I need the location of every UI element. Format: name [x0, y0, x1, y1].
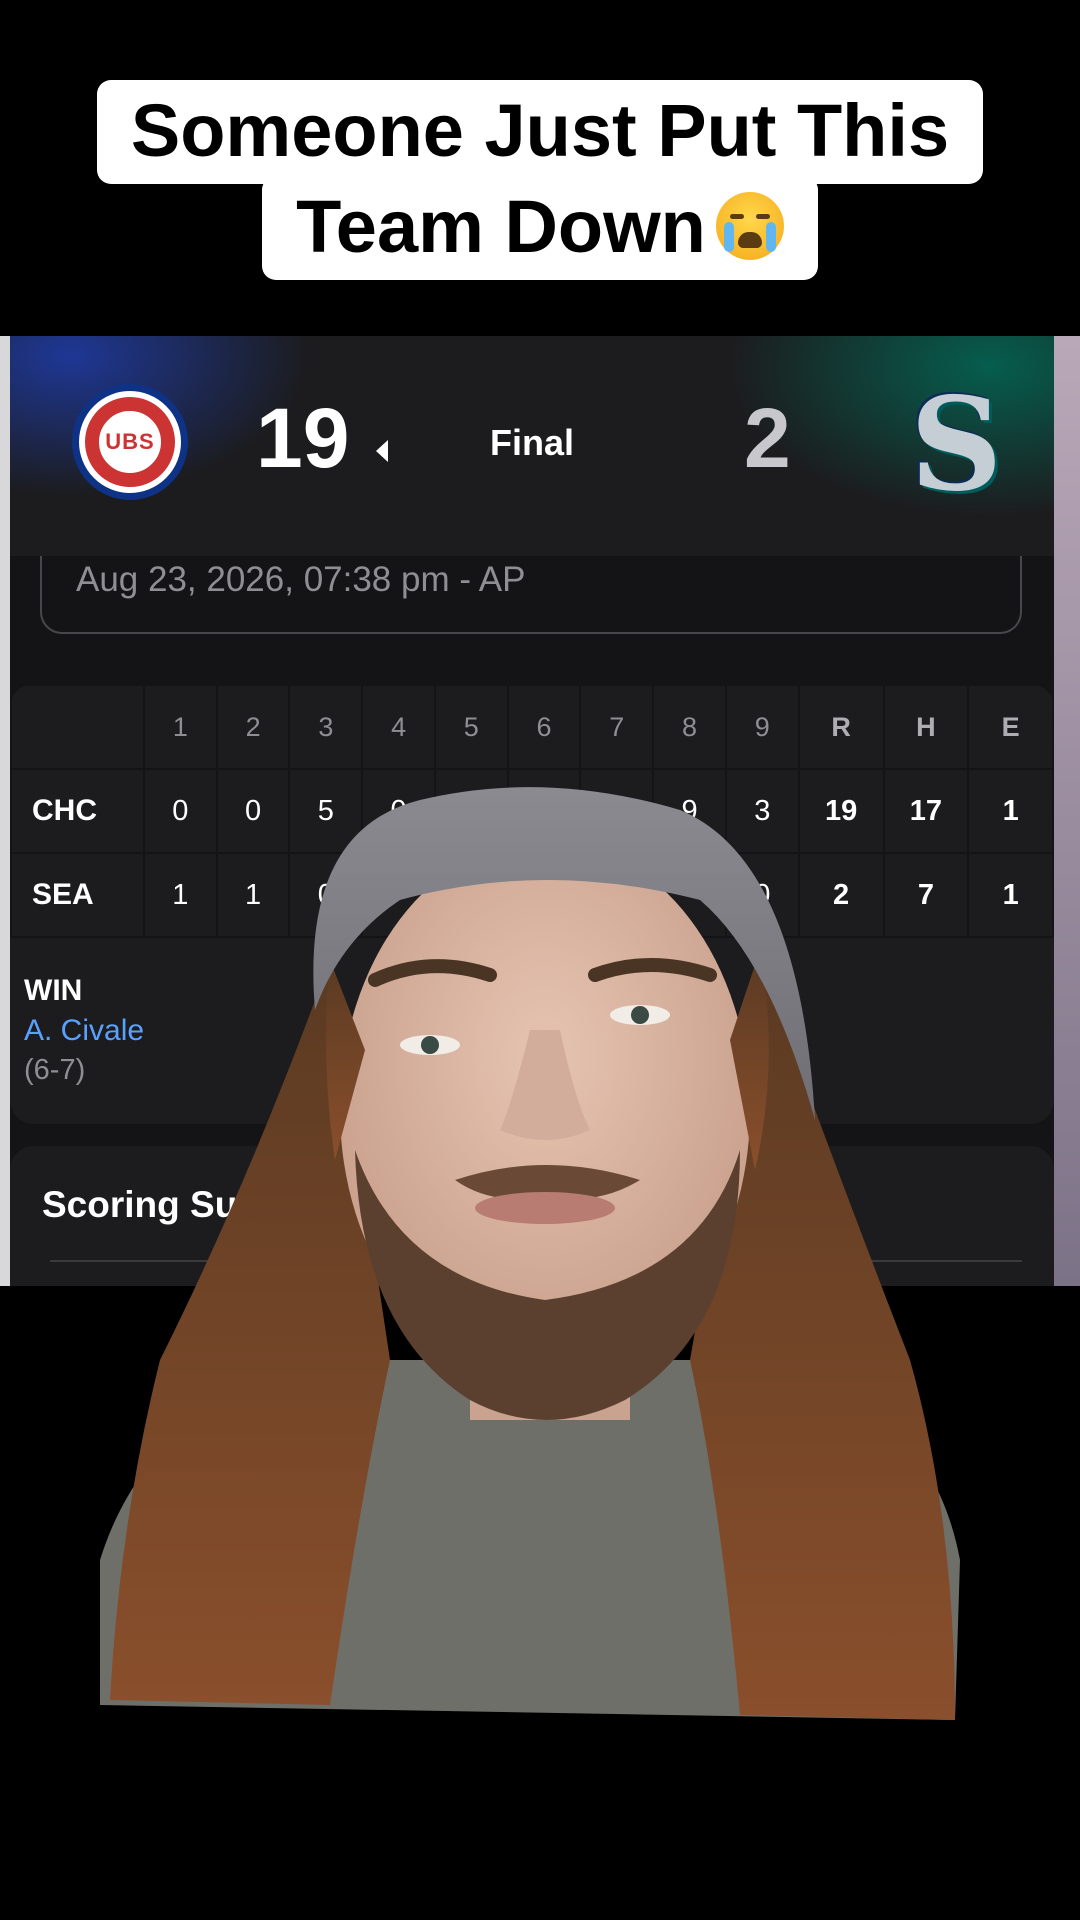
cubs-logo-icon[interactable]: UBS	[72, 384, 188, 500]
inning-cell: 0	[724, 852, 800, 938]
cubs-logo-text: UBS	[105, 429, 155, 454]
inning-cell: 0	[215, 768, 291, 854]
inning-cell	[361, 852, 436, 938]
corner-cell	[10, 684, 145, 770]
inning-cell: 1	[215, 852, 291, 938]
game-date-box: Aug 23, 2026, 07:38 pm - AP	[40, 556, 1022, 634]
inning-header: 5	[433, 684, 509, 770]
runs-header: R	[797, 684, 885, 770]
inning-header: 2	[215, 684, 291, 770]
team-abbr: SEA	[10, 852, 145, 938]
inning-cell: 0	[142, 768, 218, 854]
shirt	[100, 1360, 960, 1720]
inning-header: 9	[724, 684, 800, 770]
mariners-logo-icon[interactable]: S	[910, 381, 1002, 509]
inning-header: 7	[579, 684, 655, 770]
linescore-header-row: 1 2 3 4 5 6 7 8 9 R H E	[10, 684, 1054, 770]
inning-cell: 9	[652, 768, 727, 854]
caption-line-2: Team Down	[262, 176, 818, 280]
inning-header: 8	[652, 684, 727, 770]
linescore-table: 1 2 3 4 5 6 7 8 9 R H E CHC 0 0 5 0 9 3 …	[10, 684, 1054, 938]
inning-cell	[433, 852, 509, 938]
inning-cell: 0	[361, 768, 436, 854]
hits-cell: 7	[882, 852, 970, 938]
inning-cell	[506, 768, 582, 854]
inning-cell	[579, 768, 655, 854]
inning-header: 1	[142, 684, 218, 770]
table-row: SEA 1 1 0 0 2 7 1	[10, 852, 1054, 938]
score-header: UBS 19 Final 2 S	[10, 336, 1054, 556]
inning-cell	[433, 768, 509, 854]
inning-cell: 0	[288, 852, 364, 938]
game-screenshot: UBS 19 Final 2 S Aug 23, 2026, 07:38 pm …	[0, 336, 1080, 1286]
game-date: Aug 23, 2026, 07:38 pm - AP	[76, 560, 526, 599]
hits-header: H	[882, 684, 970, 770]
winner-arrow-icon	[376, 440, 388, 462]
winning-pitcher-link[interactable]: A. Civale	[24, 1014, 144, 1048]
inning-cell: 5	[288, 768, 364, 854]
winning-pitcher-label: WIN	[24, 974, 83, 1007]
runs-cell: 2	[797, 852, 885, 938]
box-score-card: 1 2 3 4 5 6 7 8 9 R H E CHC 0 0 5 0 9 3 …	[10, 684, 1054, 1124]
background-app-edge	[0, 336, 10, 1286]
video-caption: Someone Just Put This Team Down	[0, 80, 1080, 280]
scoring-summary-title: Scoring Summar	[42, 1184, 339, 1225]
inning-cell	[579, 852, 655, 938]
runs-cell: 19	[797, 768, 885, 854]
inning-header: 4	[361, 684, 436, 770]
team-abbr: CHC	[10, 768, 145, 854]
game-status: Final	[490, 422, 575, 463]
caption-line-2-text: Team Down	[296, 185, 706, 268]
caption-line-1: Someone Just Put This	[96, 80, 984, 184]
background-app-edge-right	[1054, 336, 1080, 1286]
neck	[470, 1300, 630, 1420]
divider	[50, 1260, 1022, 1262]
inning-cell: 1	[142, 852, 218, 938]
errors-cell: 1	[967, 768, 1054, 854]
away-score: 2	[744, 391, 791, 485]
inning-cell	[652, 852, 727, 938]
inning-cell	[506, 852, 582, 938]
home-score: 19	[256, 391, 350, 485]
table-row: CHC 0 0 5 0 9 3 19 17 1	[10, 768, 1054, 854]
errors-cell: 1	[967, 852, 1054, 938]
winning-pitcher-record: (6-7)	[24, 1054, 86, 1086]
loudly-crying-face-icon	[715, 192, 784, 260]
inning-header: 6	[506, 684, 582, 770]
inning-cell: 3	[724, 768, 800, 854]
hits-cell: 17	[882, 768, 970, 854]
errors-header: E	[967, 684, 1054, 770]
inning-header: 3	[288, 684, 364, 770]
